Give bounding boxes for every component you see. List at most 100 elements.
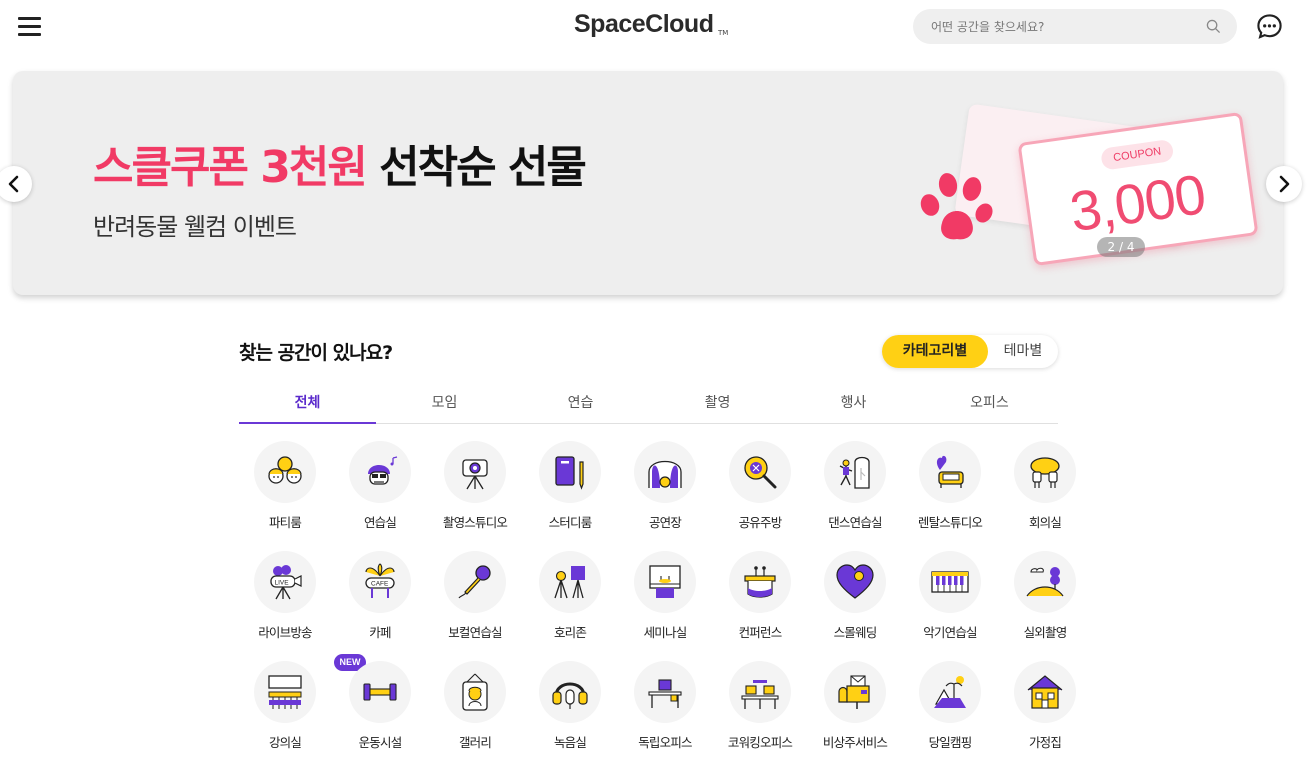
- tab-practice[interactable]: 연습: [512, 388, 649, 424]
- tab-filming[interactable]: 촬영: [649, 388, 786, 424]
- category-item[interactable]: 회의실: [999, 441, 1091, 541]
- lecture-room-icon: [268, 675, 302, 709]
- category-item[interactable]: 가정집: [999, 661, 1091, 761]
- category-label: 강의실: [268, 735, 302, 750]
- tab-gathering[interactable]: 모임: [376, 388, 513, 424]
- category-label: 공연장: [648, 515, 682, 530]
- category-item[interactable]: 코워킹오피스: [714, 661, 806, 761]
- chevron-left-icon: [8, 175, 19, 193]
- category-label: 스터디룸: [548, 515, 593, 530]
- chat-icon[interactable]: [1256, 13, 1283, 40]
- category-label: 공유주방: [738, 515, 783, 530]
- svg-text:CAFE: CAFE: [371, 581, 389, 588]
- category-label: 컨퍼런스: [738, 625, 783, 640]
- banner-title-highlight: 스클쿠폰 3천원: [93, 142, 368, 193]
- camera-studio-icon: [462, 459, 488, 490]
- category-item[interactable]: 스몰웨딩: [809, 551, 901, 651]
- gallery-icon: [462, 673, 488, 711]
- category-label: 파티룸: [268, 515, 302, 530]
- category-label: 촬영스튜디오: [442, 515, 508, 530]
- dumbbell-icon: [363, 683, 397, 701]
- category-label: 보컬연습실: [448, 625, 502, 640]
- seminar-icon: [649, 565, 681, 598]
- tab-all[interactable]: 전체: [239, 388, 376, 424]
- category-label: 스몰웨딩: [833, 625, 878, 640]
- category-label: 가정집: [1028, 735, 1062, 750]
- category-item[interactable]: 스터디룸: [524, 441, 616, 541]
- category-label: 실외촬영: [1023, 625, 1068, 640]
- category-item[interactable]: CAFE 카페: [334, 551, 426, 651]
- horizon-icon: [554, 566, 585, 599]
- category-label: 비상주서비스: [822, 735, 888, 750]
- banner-title-rest: 선착순 선물: [379, 142, 587, 193]
- category-item[interactable]: 비상주서비스: [809, 661, 901, 761]
- party-icon: [268, 456, 302, 484]
- section-title: 찾는 공간이 있나요?: [239, 342, 393, 364]
- logo-trademark: TM: [718, 29, 729, 37]
- camping-icon: [934, 676, 966, 708]
- category-item[interactable]: 댄스연습실: [809, 441, 901, 541]
- category-item[interactable]: 실외촬영: [999, 551, 1091, 651]
- category-label: 녹음실: [553, 735, 587, 750]
- category-label: 연습실: [363, 515, 397, 530]
- rental-studio-icon: [936, 455, 964, 488]
- search-bar[interactable]: [913, 9, 1237, 44]
- category-label: 코워킹오피스: [727, 735, 793, 750]
- category-item[interactable]: 당일캠핑: [904, 661, 996, 761]
- category-tabs: 전체 모임 연습 촬영 행사 오피스: [239, 388, 1058, 424]
- toggle-category[interactable]: 카테고리별: [882, 335, 988, 368]
- category-label: 당일캠핑: [928, 735, 973, 750]
- hamburger-menu-icon[interactable]: [18, 15, 42, 37]
- search-input[interactable]: [931, 9, 1201, 44]
- wedding-heart-icon: [836, 564, 874, 599]
- live-broadcast-icon: LIVE: [270, 565, 302, 600]
- category-item[interactable]: 공연장: [619, 441, 711, 541]
- category-item[interactable]: 녹음실: [524, 661, 616, 761]
- category-item[interactable]: 강의실: [239, 661, 331, 761]
- category-item[interactable]: 공유주방: [714, 441, 806, 541]
- banner-title: 스클쿠폰 3천원 선착순 선물: [93, 131, 587, 195]
- study-room-icon: [555, 456, 584, 490]
- category-item[interactable]: LIVE 라이브방송: [239, 551, 331, 651]
- coworking-icon: [741, 680, 779, 709]
- category-item[interactable]: 컨퍼런스: [714, 551, 806, 651]
- toggle-theme[interactable]: 테마별: [988, 335, 1058, 368]
- header: SpaceCloud TM: [0, 0, 1314, 54]
- category-item[interactable]: 악기연습실: [904, 551, 996, 651]
- meeting-room-icon: [1030, 457, 1060, 488]
- outdoor-icon: [1026, 567, 1064, 597]
- category-label: 라이브방송: [258, 625, 312, 640]
- banner-next-button[interactable]: [1266, 166, 1302, 202]
- view-toggle: 카테고리별 테마별: [882, 335, 1058, 368]
- logo[interactable]: SpaceCloud: [574, 10, 714, 39]
- category-label: 세미나실: [643, 625, 688, 640]
- search-icon[interactable]: [1206, 19, 1221, 34]
- paw-icon: [920, 173, 993, 240]
- tab-office[interactable]: 오피스: [921, 388, 1058, 424]
- category-item[interactable]: 보컬연습실: [429, 551, 521, 651]
- category-label: 갤러리: [458, 735, 492, 750]
- category-item[interactable]: 연습실: [334, 441, 426, 541]
- category-item[interactable]: 촬영스튜디오: [429, 441, 521, 541]
- kitchen-icon: [744, 456, 777, 489]
- tab-event[interactable]: 행사: [785, 388, 922, 424]
- office-icon: [648, 679, 682, 708]
- category-item[interactable]: 파티룸: [239, 441, 331, 541]
- promo-banner[interactable]: 스클쿠폰 3천원 선착순 선물 반려동물 웰컴 이벤트 COUPON 3,000…: [13, 71, 1283, 295]
- category-item[interactable]: NEW 운동시설: [334, 654, 426, 761]
- stage-icon: [648, 460, 682, 488]
- category-item[interactable]: 세미나실: [619, 551, 711, 651]
- category-item[interactable]: 호리존: [524, 551, 616, 651]
- category-item[interactable]: 갤러리: [429, 661, 521, 761]
- page-indicator: 2 / 4: [1097, 237, 1145, 257]
- category-label: 댄스연습실: [828, 515, 882, 530]
- category-item[interactable]: 렌탈스튜디오: [904, 441, 996, 541]
- category-label: 독립오피스: [638, 735, 692, 750]
- category-item[interactable]: 독립오피스: [619, 661, 711, 761]
- practice-room-icon: [368, 456, 398, 485]
- microphone-icon: [458, 565, 491, 599]
- coupon-amount: 3,000: [1066, 162, 1209, 244]
- category-label: 운동시설: [358, 735, 403, 750]
- category-label: 회의실: [1028, 515, 1062, 530]
- banner-subtitle: 반려동물 웰컴 이벤트: [93, 213, 297, 241]
